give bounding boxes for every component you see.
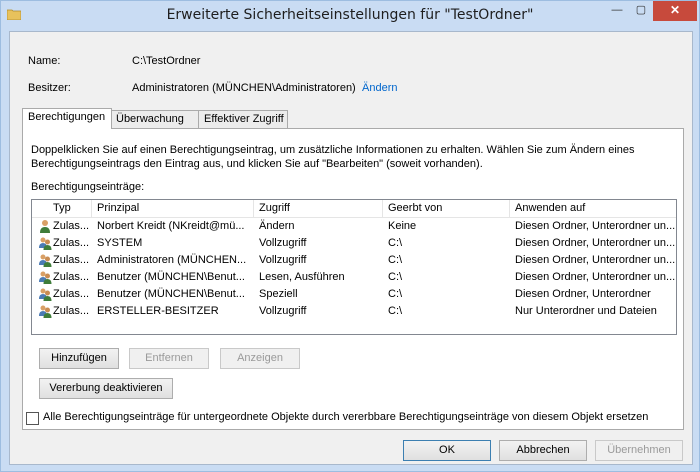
- owner-value: Administratoren (MÜNCHEN\Administratoren…: [132, 82, 356, 94]
- description-line-2: Berechtigungseintrags den Eintrag aus, u…: [31, 158, 483, 170]
- cell-access: Ändern: [259, 220, 295, 232]
- column-principal[interactable]: Prinzipal: [92, 200, 254, 217]
- tab-effective-access[interactable]: Effektiver Zugriff: [198, 110, 288, 128]
- cell-applies-to: Diesen Ordner, Unterordner un...: [515, 220, 676, 232]
- cell-access: Lesen, Ausführen: [259, 271, 345, 283]
- cell-principal: ERSTELLER-BESITZER: [97, 305, 219, 317]
- table-row[interactable]: Zulas... ERSTELLER-BESITZER Vollzugriff …: [32, 303, 676, 320]
- cell-inherited-from: Keine: [388, 220, 417, 232]
- cancel-button[interactable]: Abbrechen: [499, 440, 587, 461]
- cell-inherited-from: C:\: [388, 254, 403, 266]
- dialog-body: Name: C:\TestOrdner Besitzer: Administra…: [9, 31, 693, 465]
- disable-inheritance-button[interactable]: Vererbung deaktivieren: [39, 378, 173, 399]
- cell-type: Zulas...: [53, 220, 90, 232]
- cell-inherited-from: C:\: [388, 237, 403, 249]
- entries-label: Berechtigungseinträge:: [31, 181, 145, 193]
- apply-button[interactable]: Übernehmen: [595, 440, 683, 461]
- remove-button[interactable]: Entfernen: [129, 348, 209, 369]
- cell-inherited-from: C:\: [388, 271, 403, 283]
- cell-access: Vollzugriff: [259, 305, 307, 317]
- replace-child-permissions-label[interactable]: Alle Berechtigungseinträge für untergeor…: [43, 411, 648, 423]
- cell-principal: Benutzer (MÜNCHEN\Benut...: [97, 288, 245, 300]
- name-label: Name:: [28, 55, 61, 67]
- cell-principal: Norbert Kreidt (NKreidt@mü...: [97, 220, 245, 232]
- name-value: C:\TestOrdner: [132, 55, 201, 67]
- cell-applies-to: Diesen Ordner, Unterordner un...: [515, 237, 676, 249]
- table-row[interactable]: Zulas... Benutzer (MÜNCHEN\Benut... Lese…: [32, 269, 676, 286]
- cell-principal: SYSTEM: [97, 237, 143, 249]
- tab-auditing[interactable]: Überwachung: [110, 110, 200, 128]
- description-line-1: Doppelklicken Sie auf einen Berechtigung…: [31, 144, 635, 156]
- cell-type: Zulas...: [53, 271, 90, 283]
- cell-principal: Administratoren (MÜNCHEN...: [97, 254, 247, 266]
- cell-access: Vollzugriff: [259, 254, 307, 266]
- cell-type: Zulas...: [53, 237, 90, 249]
- cell-type: Zulas...: [53, 254, 90, 266]
- maximize-button[interactable]: ▢: [629, 1, 653, 21]
- table-row[interactable]: Zulas... Benutzer (MÜNCHEN\Benut... Spez…: [32, 286, 676, 303]
- change-owner-link[interactable]: Ändern: [362, 82, 397, 94]
- window-title: Erweiterte Sicherheitseinstellungen für …: [166, 7, 534, 23]
- view-button[interactable]: Anzeigen: [220, 348, 300, 369]
- cell-applies-to: Nur Unterordner und Dateien: [515, 305, 657, 317]
- table-row[interactable]: Zulas... SYSTEM Vollzugriff C:\ Diesen O…: [32, 235, 676, 252]
- column-applies-to[interactable]: Anwenden auf: [510, 200, 676, 217]
- cell-inherited-from: C:\: [388, 288, 403, 300]
- cell-type: Zulas...: [53, 305, 90, 317]
- cell-applies-to: Diesen Ordner, Unterordner: [515, 288, 651, 300]
- cell-principal: Benutzer (MÜNCHEN\Benut...: [97, 271, 245, 283]
- cell-inherited-from: C:\: [388, 305, 403, 317]
- column-type[interactable]: Typ: [48, 200, 92, 217]
- ok-button[interactable]: OK: [403, 440, 491, 461]
- cell-applies-to: Diesen Ordner, Unterordner un...: [515, 271, 676, 283]
- minimize-button[interactable]: —: [605, 1, 629, 21]
- column-inherited-from[interactable]: Geerbt von: [383, 200, 510, 217]
- column-access[interactable]: Zugriff: [254, 200, 383, 217]
- cell-applies-to: Diesen Ordner, Unterordner un...: [515, 254, 676, 266]
- table-row[interactable]: Zulas... Administratoren (MÜNCHEN... Vol…: [32, 252, 676, 269]
- close-button[interactable]: ✕: [653, 1, 697, 21]
- table-row[interactable]: Zulas... Norbert Kreidt (NKreidt@mü... Ä…: [32, 218, 676, 235]
- list-header: Typ Prinzipal Zugriff Geerbt von Anwende…: [32, 200, 676, 218]
- replace-child-permissions-checkbox[interactable]: [26, 412, 39, 425]
- security-dialog: Erweiterte Sicherheitseinstellungen für …: [0, 0, 700, 472]
- cell-type: Zulas...: [53, 288, 90, 300]
- permission-entries-list[interactable]: Typ Prinzipal Zugriff Geerbt von Anwende…: [31, 199, 677, 335]
- cell-access: Vollzugriff: [259, 237, 307, 249]
- add-button[interactable]: Hinzufügen: [39, 348, 119, 369]
- title-bar[interactable]: Erweiterte Sicherheitseinstellungen für …: [1, 1, 699, 31]
- permissions-panel: Doppelklicken Sie auf einen Berechtigung…: [22, 128, 684, 430]
- tab-permissions[interactable]: Berechtigungen: [22, 108, 112, 129]
- owner-label: Besitzer:: [28, 82, 71, 94]
- cell-access: Speziell: [259, 288, 298, 300]
